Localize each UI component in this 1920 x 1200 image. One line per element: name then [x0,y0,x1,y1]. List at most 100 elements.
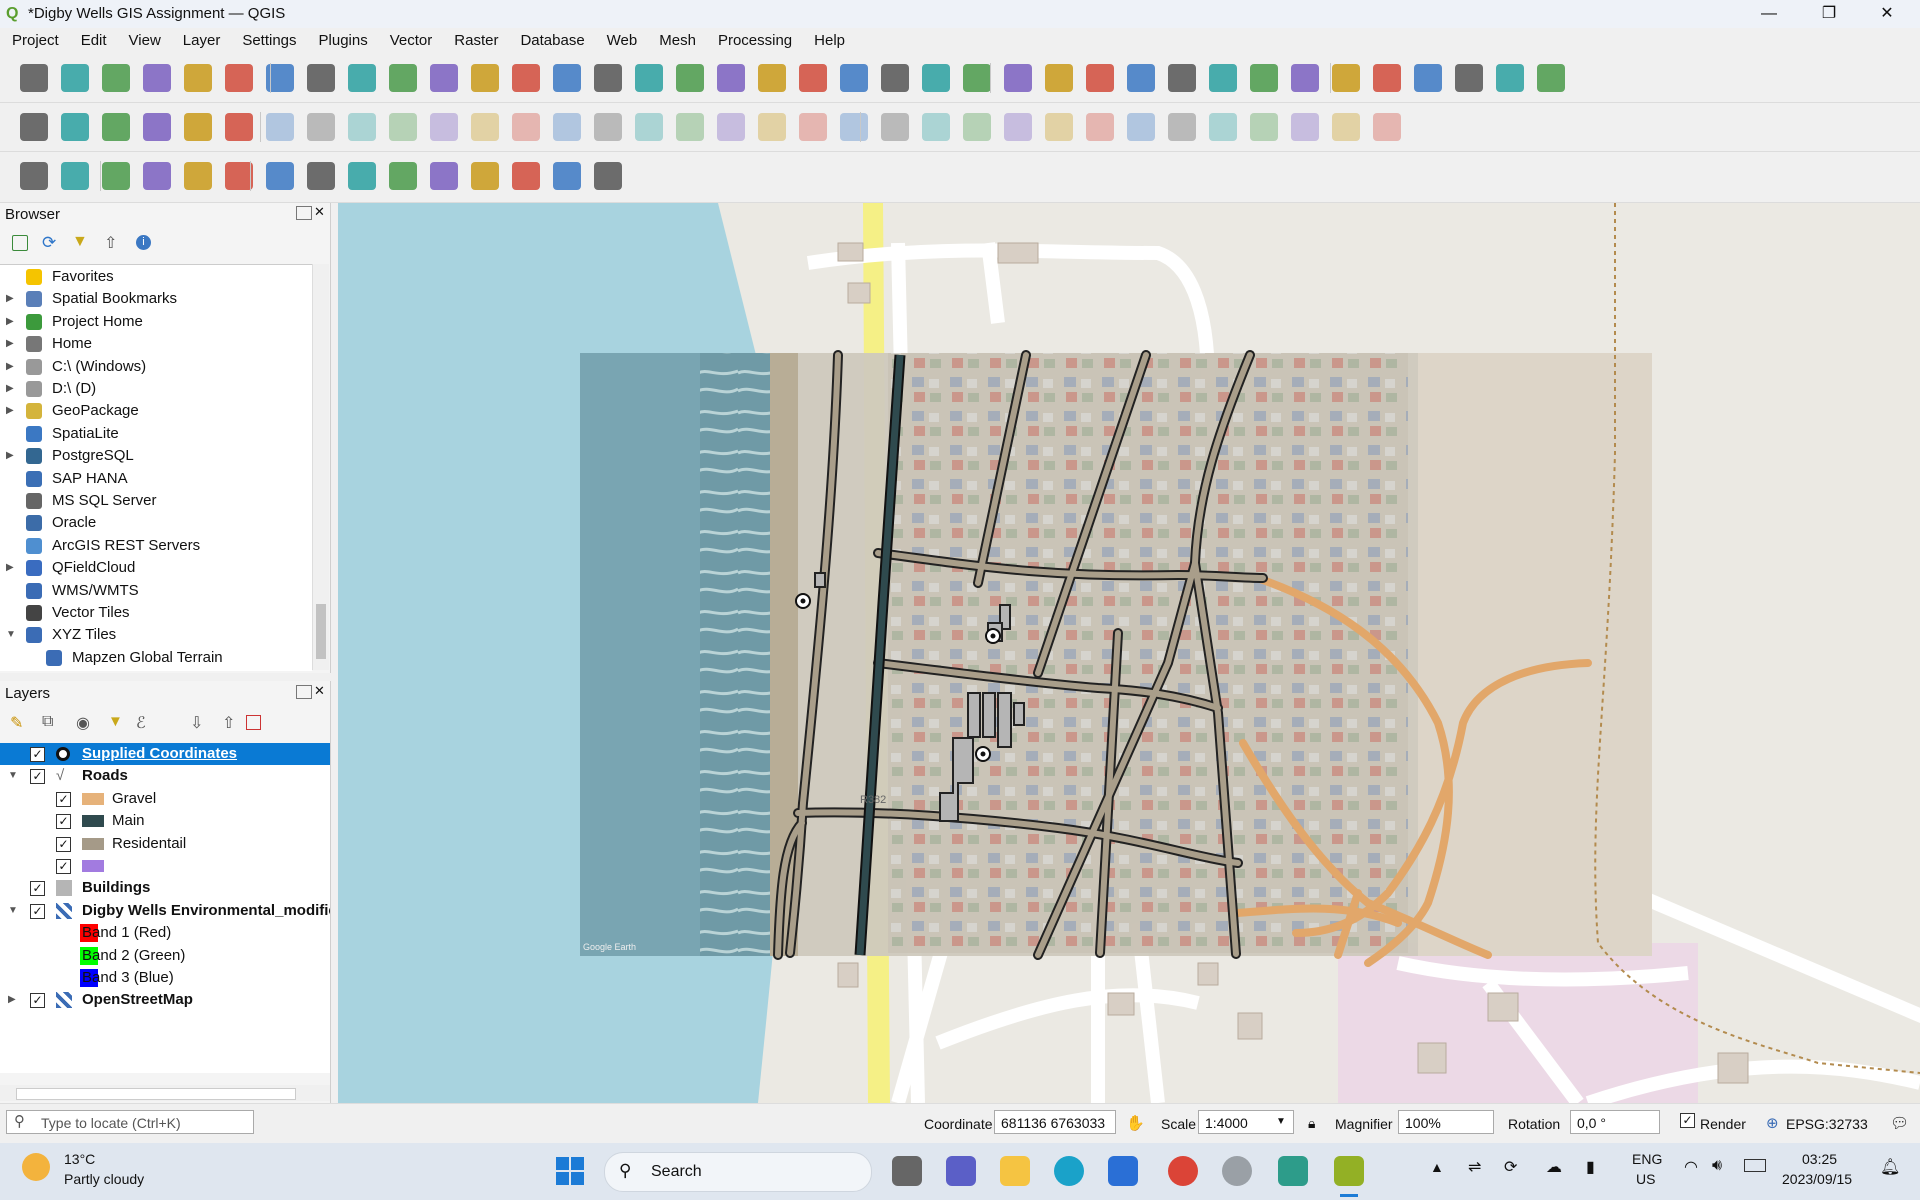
weather-temp[interactable]: 13°C [64,1151,95,1167]
tb1-tool-icon-20[interactable] [799,64,827,92]
tb2-tool-icon-34[interactable] [1373,113,1401,141]
menu-plugins[interactable]: Plugins [307,28,378,54]
refresh-icon[interactable]: ⟳ [42,233,56,253]
tb1-tool-icon-25[interactable] [1004,64,1032,92]
tb2-tool-icon-1[interactable] [20,113,48,141]
collapse-arrow-icon[interactable]: ▶ [6,333,14,355]
browser-item[interactable]: Oracle [0,512,310,534]
tb2-tool-icon-19[interactable] [758,113,786,141]
menu-processing[interactable]: Processing [706,28,802,54]
collapse-all-icon[interactable]: ⇧ [222,713,235,733]
browser-item[interactable]: ArcGIS REST Servers [0,535,310,557]
map-svg[interactable]: R382 Google Earth [338,203,1920,1103]
chrome-icon[interactable] [1168,1156,1198,1186]
messages-icon[interactable]: 💬︎ [1890,1114,1909,1132]
collapse-arrow-icon[interactable]: ▶ [6,557,14,579]
tb1-tool-icon-6[interactable] [225,64,253,92]
coordinate-field[interactable]: 681136 6763033 [994,1110,1116,1134]
browser-item[interactable]: ▶ Project Home [0,311,310,333]
qgis-taskbar-icon[interactable] [1334,1156,1364,1186]
battery-icon[interactable] [1744,1159,1766,1172]
file-explorer-icon[interactable] [1000,1156,1030,1186]
teams-icon[interactable] [946,1156,976,1186]
layer-item[interactable]: ✓ Residentail [0,833,330,855]
tb1-tool-icon-3[interactable] [102,64,130,92]
tb2-tool-icon-12[interactable] [471,113,499,141]
windows-start-icon[interactable] [556,1157,584,1185]
tb2-tool-icon-16[interactable] [635,113,663,141]
map-canvas[interactable]: R382 Google Earth [338,203,1920,1103]
tb2-tool-icon-7[interactable] [266,113,294,141]
tb1-tool-icon-33[interactable] [1332,64,1360,92]
menu-settings[interactable]: Settings [230,28,306,54]
tb1-tool-icon-18[interactable] [717,64,745,92]
cloud-icon[interactable]: ☁ [1546,1157,1562,1177]
tb1-tool-icon-9[interactable] [348,64,376,92]
tb2-tool-icon-28[interactable] [1127,113,1155,141]
tb2-tool-icon-4[interactable] [143,113,171,141]
tb1-tool-icon-12[interactable] [471,64,499,92]
browser-item[interactable]: ▶ Spatial Bookmarks [0,288,310,310]
edge-icon[interactable] [1054,1156,1084,1186]
menu-view[interactable]: View [117,28,171,54]
layer-visibility-checkbox[interactable]: ✓ [56,791,71,807]
tb3-tool-icon-11[interactable] [430,162,458,190]
tb2-tool-icon-15[interactable] [594,113,622,141]
tb1-tool-icon-27[interactable] [1086,64,1114,92]
toggle-extents-icon[interactable]: ✋ [1126,1114,1145,1132]
browser-item[interactable]: ▶ GeoPackage [0,400,310,422]
weather-desc[interactable]: Partly cloudy [64,1171,144,1187]
tb3-tool-icon-9[interactable] [348,162,376,190]
close-panel-icon[interactable]: ✕ [314,683,325,699]
add-selected-icon[interactable] [12,235,28,251]
eye-icon[interactable]: ◉ [76,713,90,733]
tb3-tool-icon-14[interactable] [553,162,581,190]
tb1-tool-icon-10[interactable] [389,64,417,92]
restore-button[interactable]: ❐ [1806,2,1852,26]
info-icon[interactable]: i [136,235,151,250]
tb2-tool-icon-20[interactable] [799,113,827,141]
layer-item[interactable]: Band 3 (Blue) [0,967,330,989]
task-view-icon[interactable] [892,1156,922,1186]
add-group-icon[interactable]: ⧉ [42,713,53,731]
tb2-tool-icon-9[interactable] [348,113,376,141]
layer-visibility-checkbox[interactable]: ✓ [30,769,45,785]
tb3-tool-icon-15[interactable] [594,162,622,190]
browser-item[interactable]: Favorites [0,266,310,288]
menu-database[interactable]: Database [508,28,594,54]
layers-hscrollbar[interactable] [0,1085,330,1101]
tb2-tool-icon-25[interactable] [1004,113,1032,141]
collapse-arrow-icon[interactable]: ▶ [6,400,14,422]
tb3-tool-icon-8[interactable] [307,162,335,190]
tb2-tool-icon-31[interactable] [1250,113,1278,141]
tb2-tool-icon-30[interactable] [1209,113,1237,141]
tb2-tool-icon-29[interactable] [1168,113,1196,141]
collapse-arrow-icon[interactable]: ▶ [6,311,14,333]
tb2-tool-icon-32[interactable] [1291,113,1319,141]
weather-icon[interactable] [22,1153,50,1181]
tb1-tool-icon-2[interactable] [61,64,89,92]
browser-item[interactable]: SAP HANA [0,468,310,490]
tb2-tool-icon-10[interactable] [389,113,417,141]
collapse-all-icon[interactable]: ⇧ [104,233,117,253]
tb1-tool-icon-37[interactable] [1496,64,1524,92]
tb2-tool-icon-14[interactable] [553,113,581,141]
tb2-tool-icon-8[interactable] [307,113,335,141]
tb1-tool-icon-4[interactable] [143,64,171,92]
magnifier-field[interactable]: 100% [1398,1110,1494,1134]
layer-item[interactable]: ▶ ✓ OpenStreetMap [0,989,330,1011]
layer-item[interactable]: ▼ ✓ √ Roads [0,765,330,787]
float-panel-icon[interactable] [296,685,312,699]
tb2-tool-icon-24[interactable] [963,113,991,141]
crs-globe-icon[interactable]: ⊕ [1766,1114,1779,1132]
tb1-tool-icon-29[interactable] [1168,64,1196,92]
tb1-tool-icon-26[interactable] [1045,64,1073,92]
tb2-tool-icon-11[interactable] [430,113,458,141]
rotation-field[interactable]: 0,0 ° [1570,1110,1660,1134]
menu-vector[interactable]: Vector [378,28,443,54]
tb2-tool-icon-3[interactable] [102,113,130,141]
collapse-arrow-icon[interactable]: ▶ [6,288,14,310]
menu-web[interactable]: Web [595,28,648,54]
app-icon[interactable] [1222,1156,1252,1186]
layer-item[interactable]: ✓ [0,855,330,877]
